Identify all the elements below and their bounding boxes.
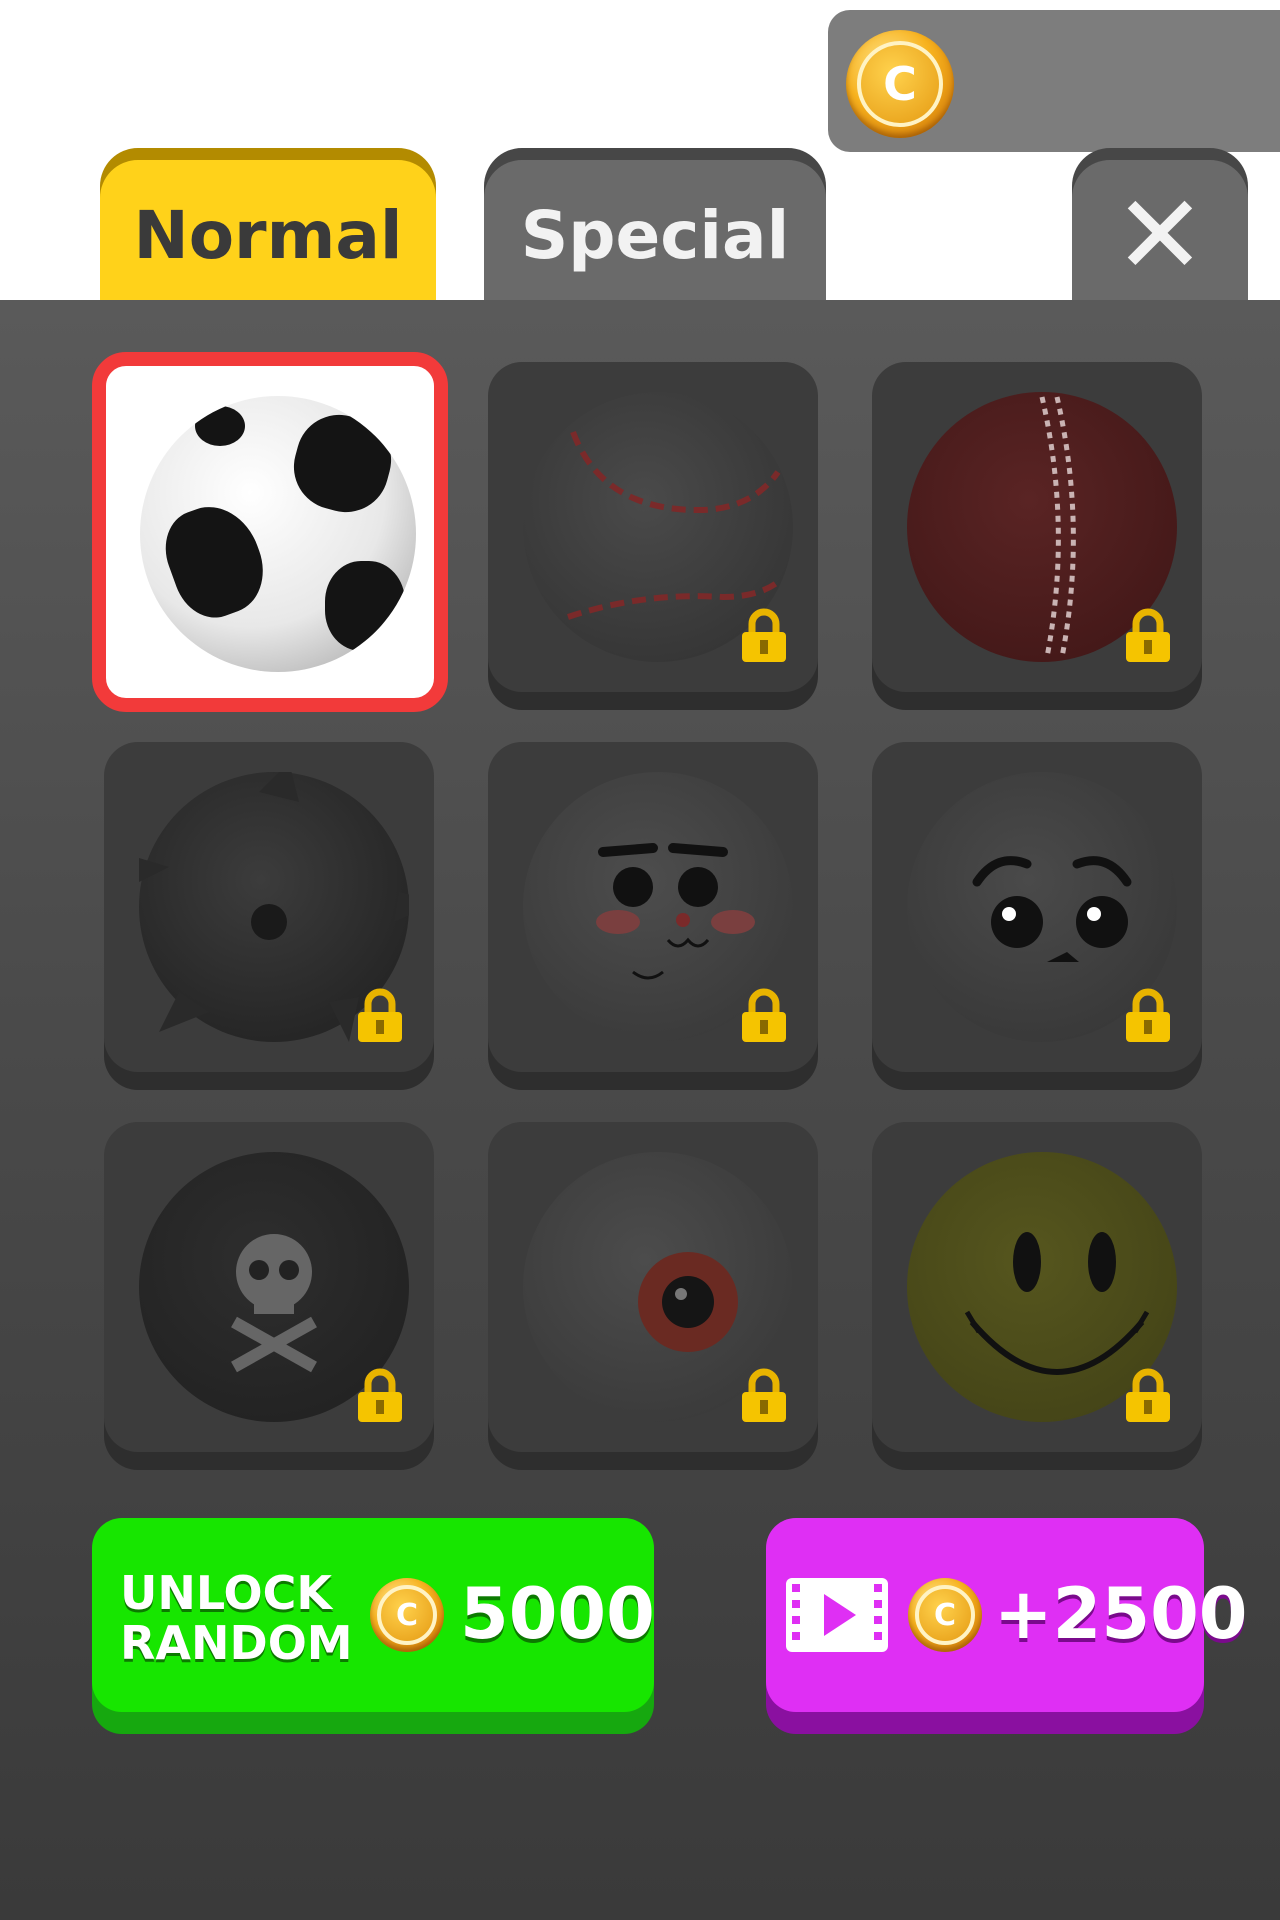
close-icon: ✕ <box>1113 171 1207 299</box>
lock-icon <box>1122 1368 1174 1428</box>
ball-item-soccer[interactable] <box>92 352 448 712</box>
unlock-line1: UNLOCK <box>120 1566 333 1620</box>
coin-balance-badge: C <box>828 10 1280 152</box>
soccer-ball-image <box>140 396 416 672</box>
lock-icon <box>354 988 406 1048</box>
ball-item-eyeball[interactable] <box>488 1122 818 1452</box>
ball-item-sad-face[interactable] <box>872 742 1202 1072</box>
coin-icon: C <box>908 1578 982 1652</box>
ball-item-spiky[interactable] <box>104 742 434 1072</box>
ball-item-baseball[interactable] <box>488 362 818 692</box>
close-button[interactable]: ✕ <box>1072 160 1248 310</box>
tab-special[interactable]: Special <box>484 160 826 310</box>
ball-item-smiley[interactable] <box>872 1122 1202 1452</box>
lock-icon <box>738 988 790 1048</box>
watch-video-button[interactable]: C +2500 <box>766 1518 1247 1712</box>
unlock-price: 5000 <box>460 1573 655 1655</box>
lock-icon <box>1122 988 1174 1048</box>
tab-special-label: Special <box>520 196 790 274</box>
ball-item-cricket[interactable] <box>872 362 1202 692</box>
tab-normal-label: Normal <box>133 196 403 274</box>
tab-normal[interactable]: Normal <box>100 160 436 310</box>
unlock-random-label: UNLOCK RANDOM <box>120 1568 353 1668</box>
lock-icon <box>1122 608 1174 668</box>
coin-icon: C <box>370 1578 444 1652</box>
ball-item-skull[interactable] <box>104 1122 434 1452</box>
coin-icon: C <box>846 30 954 138</box>
unlock-line2: RANDOM <box>120 1616 353 1670</box>
lock-icon <box>738 1368 790 1428</box>
unlock-random-button[interactable]: UNLOCK RANDOM C 5000 <box>92 1518 655 1712</box>
lock-icon <box>354 1368 406 1428</box>
lock-icon <box>738 608 790 668</box>
ball-item-cat-face[interactable] <box>488 742 818 1072</box>
video-icon <box>784 1576 890 1658</box>
video-reward-amount: +2500 <box>994 1573 1248 1655</box>
